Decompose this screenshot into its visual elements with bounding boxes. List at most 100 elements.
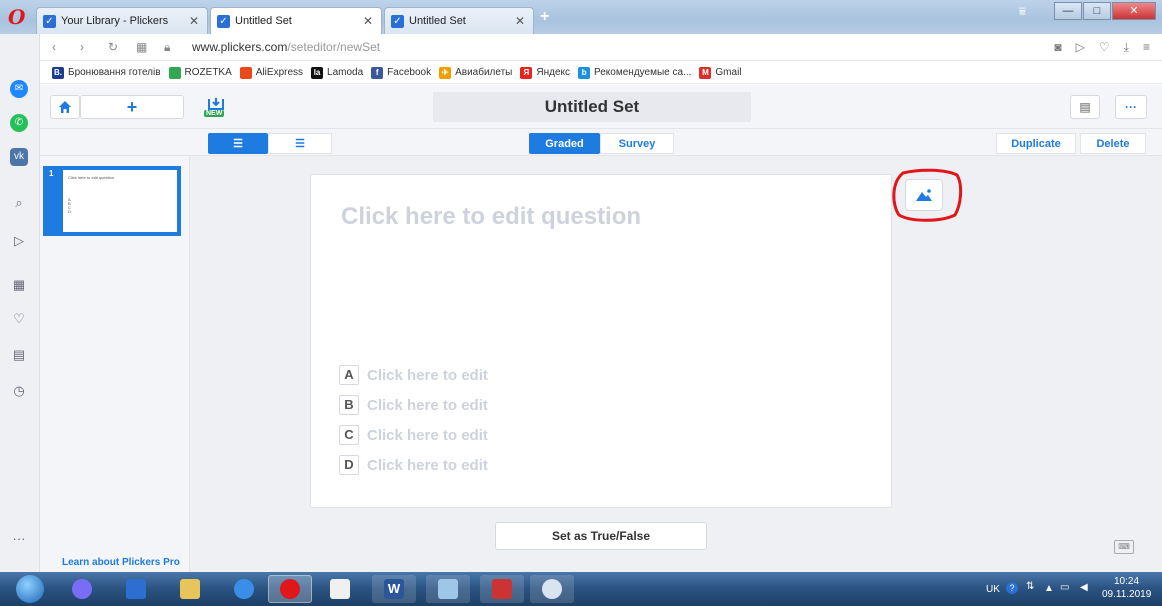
tab-label: Untitled Set	[409, 15, 466, 27]
send-icon[interactable]: ▷	[10, 232, 28, 250]
graded-button[interactable]: Graded	[529, 133, 600, 154]
bookmark-item[interactable]: Я Яндекс	[520, 66, 570, 79]
bookmark-label: Рекомендуемые са...	[594, 67, 692, 78]
bookmarks-heart-icon[interactable]: ♡	[10, 310, 28, 328]
answer-a[interactable]: A Click here to edit	[339, 365, 488, 385]
send-icon[interactable]: ▷	[1076, 40, 1085, 55]
answer-letter: B	[339, 395, 359, 415]
more-icon[interactable]: ···	[10, 530, 28, 548]
booking-icon: B.	[52, 66, 64, 79]
taskbar-app-8[interactable]	[426, 575, 470, 603]
tab-label: Untitled Set	[235, 15, 292, 27]
center-align-button[interactable]: ☰	[268, 133, 332, 154]
close-tab-icon[interactable]: ✕	[363, 14, 373, 28]
taskbar-chrome[interactable]	[222, 575, 266, 603]
easy-setup-icon[interactable]: ≡	[1143, 40, 1150, 55]
power-icon[interactable]: ▭	[1060, 582, 1069, 593]
taskbar-app-9[interactable]	[480, 575, 524, 603]
new-tab-icon[interactable]: +	[540, 8, 549, 26]
taskbar-explorer[interactable]	[168, 575, 212, 603]
duplicate-button[interactable]: Duplicate	[996, 133, 1076, 154]
tab-menu-icon[interactable]: ⩸	[1019, 4, 1026, 19]
clock-time[interactable]: 10:24	[1114, 576, 1139, 587]
minimize-icon[interactable]: —	[1054, 2, 1082, 20]
address-bar: ‹ › ↻ ▦ 🔒︎ www.plickers.com/seteditor/ne…	[40, 34, 1162, 61]
vk-icon[interactable]: vk	[10, 148, 28, 166]
bookmark-item[interactable]: M Gmail	[699, 66, 742, 79]
left-align-button[interactable]: ☰	[208, 133, 268, 154]
opera-logo-icon[interactable]: O	[8, 6, 30, 28]
survey-button[interactable]: Survey	[600, 133, 674, 154]
home-button[interactable]	[50, 95, 80, 119]
camera-icon[interactable]: ◙	[1054, 40, 1061, 55]
answer-c[interactable]: C Click here to edit	[339, 425, 488, 445]
clock-date[interactable]: 09.11.2019	[1102, 589, 1151, 600]
messenger-icon[interactable]: ✉	[10, 80, 28, 98]
set-title[interactable]: Untitled Set	[433, 92, 751, 122]
volume-icon[interactable]: ◀︎	[1080, 582, 1088, 593]
network-icon[interactable]: ⇅	[1026, 581, 1034, 592]
close-window-icon[interactable]: ✕	[1112, 2, 1156, 20]
taskbar-word[interactable]: W	[372, 575, 416, 603]
url-field[interactable]: www.plickers.com/seteditor/newSet	[192, 40, 380, 54]
taskbar-opera[interactable]	[268, 575, 312, 603]
import-new-button[interactable]: NEW	[204, 97, 228, 119]
tray-expand-icon[interactable]: ▲	[1044, 583, 1054, 594]
set-true-false-button[interactable]: Set as True/False	[495, 522, 707, 550]
forward-icon[interactable]: ›	[80, 40, 96, 54]
window-controls: — □ ✕	[1054, 2, 1156, 20]
close-tab-icon[interactable]: ✕	[515, 14, 525, 28]
answer-letter: C	[339, 425, 359, 445]
back-icon[interactable]: ‹	[52, 40, 68, 54]
bookmark-item[interactable]: AliExpress	[239, 66, 303, 79]
taskbar-notes[interactable]	[318, 575, 362, 603]
add-question-button[interactable]: +	[80, 95, 184, 119]
thumbnail-card: Click here to edit question ABCD	[63, 170, 177, 232]
media-icon	[126, 579, 146, 599]
tab-untitled-set[interactable]: ✓ Untitled Set ✕	[384, 7, 534, 34]
learn-about-pro-link[interactable]: Learn about Plickers Pro	[62, 557, 180, 568]
help-icon[interactable]: ?	[1006, 582, 1018, 594]
keyboard-icon[interactable]: ⌨	[1114, 540, 1134, 554]
word-icon: W	[384, 579, 404, 599]
heart-icon[interactable]: ♡	[1099, 40, 1110, 55]
answer-b[interactable]: B Click here to edit	[339, 395, 488, 415]
url-host: www.plickers.com	[192, 40, 288, 54]
bookmark-item[interactable]: ✈ Авиабилеты	[439, 66, 512, 79]
tab-your-library[interactable]: ✓ Your Library - Plickers ✕	[36, 7, 208, 34]
answer-d[interactable]: D Click here to edit	[339, 455, 488, 475]
editor-toolbar: ☰ ☰ Graded Survey Duplicate Delete	[40, 129, 1162, 156]
question-text-field[interactable]: Click here to edit question	[341, 203, 641, 231]
taskbar-app-2[interactable]	[114, 575, 158, 603]
history-icon[interactable]: ◷	[10, 382, 28, 400]
whatsapp-icon[interactable]: ✆	[10, 114, 28, 132]
bookmark-item[interactable]: b Рекомендуемые са...	[578, 66, 692, 79]
bookmark-label: Lamoda	[327, 67, 364, 78]
close-tab-icon[interactable]: ✕	[189, 14, 199, 28]
print-button[interactable]: ▤	[1070, 95, 1100, 119]
more-options-button[interactable]: ···	[1115, 95, 1147, 119]
tab-untitled-set-active[interactable]: ✓ Untitled Set ✕	[210, 7, 382, 34]
reload-icon[interactable]: ↻	[108, 40, 124, 54]
language-indicator[interactable]: UK	[986, 584, 1000, 595]
taskbar-paint[interactable]	[530, 575, 574, 603]
aliexpress-icon	[239, 66, 252, 79]
search-icon[interactable]: ⌕	[10, 194, 28, 212]
taskbar-app-1[interactable]	[60, 575, 104, 603]
maximize-icon[interactable]: □	[1083, 2, 1111, 20]
bookmark-item[interactable]: B. Бронювання готелів	[52, 66, 161, 79]
question-card: Click here to edit question A Click here …	[310, 174, 892, 508]
yandex-icon: Я	[520, 66, 533, 79]
bookmark-item[interactable]: f Facebook	[371, 66, 431, 79]
start-button[interactable]	[12, 575, 48, 603]
news-icon[interactable]: ▤	[10, 346, 28, 364]
download-icon[interactable]: ⤓	[1124, 40, 1129, 55]
left-align-icon: ☰	[233, 138, 243, 150]
speed-dial-icon[interactable]: ▦	[10, 276, 28, 294]
speed-dial-icon[interactable]: ▦	[136, 40, 152, 54]
answer-text: Click here to edit	[367, 456, 488, 474]
bookmark-item[interactable]: ROZETKA	[168, 66, 232, 79]
bookmark-item[interactable]: la Lamoda	[311, 66, 364, 79]
question-thumbnail[interactable]: 1 Click here to edit question ABCD	[43, 166, 181, 236]
delete-button[interactable]: Delete	[1080, 133, 1146, 154]
